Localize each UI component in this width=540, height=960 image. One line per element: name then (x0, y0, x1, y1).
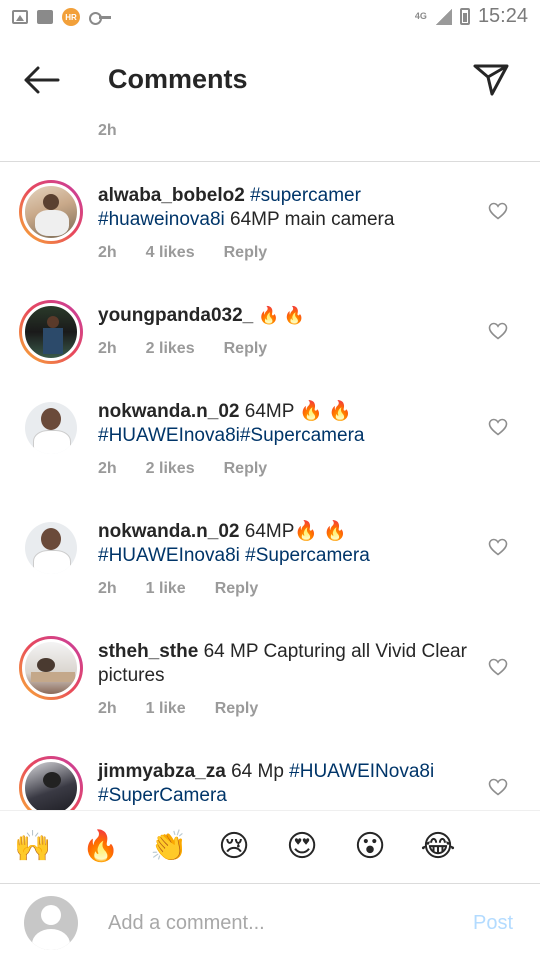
clock: 15:24 (477, 5, 528, 27)
avatar[interactable] (19, 636, 83, 700)
signal-icon (435, 8, 452, 25)
battery-icon (459, 8, 470, 25)
comment-time: 2h (98, 244, 117, 261)
comment-meta: 2h 1 like Reply (98, 580, 287, 598)
page-title: Comments (108, 64, 248, 94)
comment-text: 64 Mp (225, 761, 290, 782)
hashtag-link[interactable]: #Supercamera (245, 545, 370, 566)
hashtag-link[interactable]: #SuperCamera (98, 785, 227, 806)
network-type: 4G (414, 11, 427, 21)
like-heart-icon[interactable] (488, 202, 508, 220)
likes-count[interactable]: 2 likes (146, 340, 195, 358)
comment-meta: 2h 2 likes Reply (98, 340, 296, 358)
crying-emoji-button[interactable]: 😢 (216, 829, 252, 865)
like-heart-icon[interactable] (488, 418, 508, 436)
comment-meta: 2h 1 like Reply (98, 700, 287, 718)
hashtag-link[interactable]: #supercamer (250, 185, 361, 206)
comment-text: 🔥 🔥 (253, 306, 305, 325)
comment-username[interactable]: alwaba_bobelo2 (98, 185, 245, 206)
image-notification-icon (12, 10, 28, 24)
avatar[interactable] (19, 756, 83, 810)
comment-text: 64MP🔥 🔥 (239, 521, 348, 542)
back-arrow-icon[interactable] (22, 64, 62, 96)
reply-button[interactable]: Reply (224, 244, 268, 262)
likes-count[interactable]: 2 likes (146, 460, 195, 478)
comment-time: 2h (98, 460, 117, 477)
comment-username[interactable]: jimmyabza_za (98, 761, 226, 782)
comment-text: 64MP 🔥 🔥 (239, 401, 352, 422)
surprised-emoji-button[interactable]: 😮 (352, 829, 388, 865)
reply-button[interactable]: Reply (215, 700, 259, 718)
avatar[interactable] (19, 396, 83, 460)
likes-count[interactable]: 1 like (146, 700, 186, 718)
hr-app-icon: HR (62, 8, 80, 26)
raising-hands-emoji-button[interactable]: 🙌 (14, 829, 51, 865)
comment-text: 64MP main camera (224, 209, 395, 230)
comment-time: 2h (98, 340, 117, 357)
comment-meta: 2h 4 likes Reply (98, 244, 296, 262)
post-button[interactable]: Post (473, 912, 513, 935)
comment-meta: 2h 2 likes Reply (98, 460, 296, 478)
reply-button[interactable]: Reply (224, 460, 268, 478)
clapping-emoji-button[interactable]: 👏 (150, 829, 187, 865)
likes-count[interactable]: 1 like (146, 580, 186, 598)
caption-time: 2h (98, 122, 117, 139)
comment-username[interactable]: nokwanda.n_02 (98, 521, 240, 542)
hashtag-link[interactable]: #HUAWEInova8i (98, 545, 240, 566)
reply-button[interactable]: Reply (224, 340, 268, 358)
avatar[interactable] (19, 180, 83, 244)
status-bar: HR 4G 15:24 (0, 0, 540, 38)
fire-emoji-button[interactable]: 🔥 (82, 829, 119, 865)
emoji-quick-bar: 🙌 🔥 👏 😢 😍 😮 😂 (0, 810, 540, 884)
heart-eyes-emoji-button[interactable]: 😍 (284, 829, 320, 865)
comment-username[interactable]: stheh_sthe (98, 641, 198, 662)
key-icon (89, 12, 111, 25)
comment-username[interactable]: youngpanda032_ (98, 305, 253, 326)
comments-header: Comments (0, 40, 540, 120)
avatar[interactable] (19, 300, 83, 364)
comment-time: 2h (98, 580, 117, 597)
likes-count[interactable]: 4 likes (146, 244, 195, 262)
tears-of-joy-emoji-button[interactable]: 😂 (420, 829, 456, 865)
reply-button[interactable]: Reply (215, 580, 259, 598)
like-heart-icon[interactable] (488, 778, 508, 796)
like-heart-icon[interactable] (488, 658, 508, 676)
hashtag-link[interactable]: #huaweinova8i (98, 209, 225, 230)
system-indicators: 4G 15:24 (414, 5, 528, 28)
comment-list[interactable]: alwaba_bobelo2 #supercamer #huaweinova8i… (0, 162, 540, 810)
direct-message-icon[interactable] (472, 60, 510, 98)
like-heart-icon[interactable] (488, 538, 508, 556)
current-user-avatar (24, 896, 78, 950)
avatar[interactable] (19, 516, 83, 580)
comment-time: 2h (98, 700, 117, 717)
like-heart-icon[interactable] (488, 322, 508, 340)
comment-username[interactable]: nokwanda.n_02 (98, 401, 240, 422)
message-notification-icon (37, 10, 53, 24)
comment-input[interactable] (108, 908, 448, 938)
hashtag-link[interactable]: #HUAWEInova8i#Supercamera (98, 425, 364, 446)
notification-icons: HR (12, 8, 111, 26)
hashtag-link[interactable]: #HUAWEINova8i (289, 761, 434, 782)
comment-composer: Post (0, 884, 540, 960)
